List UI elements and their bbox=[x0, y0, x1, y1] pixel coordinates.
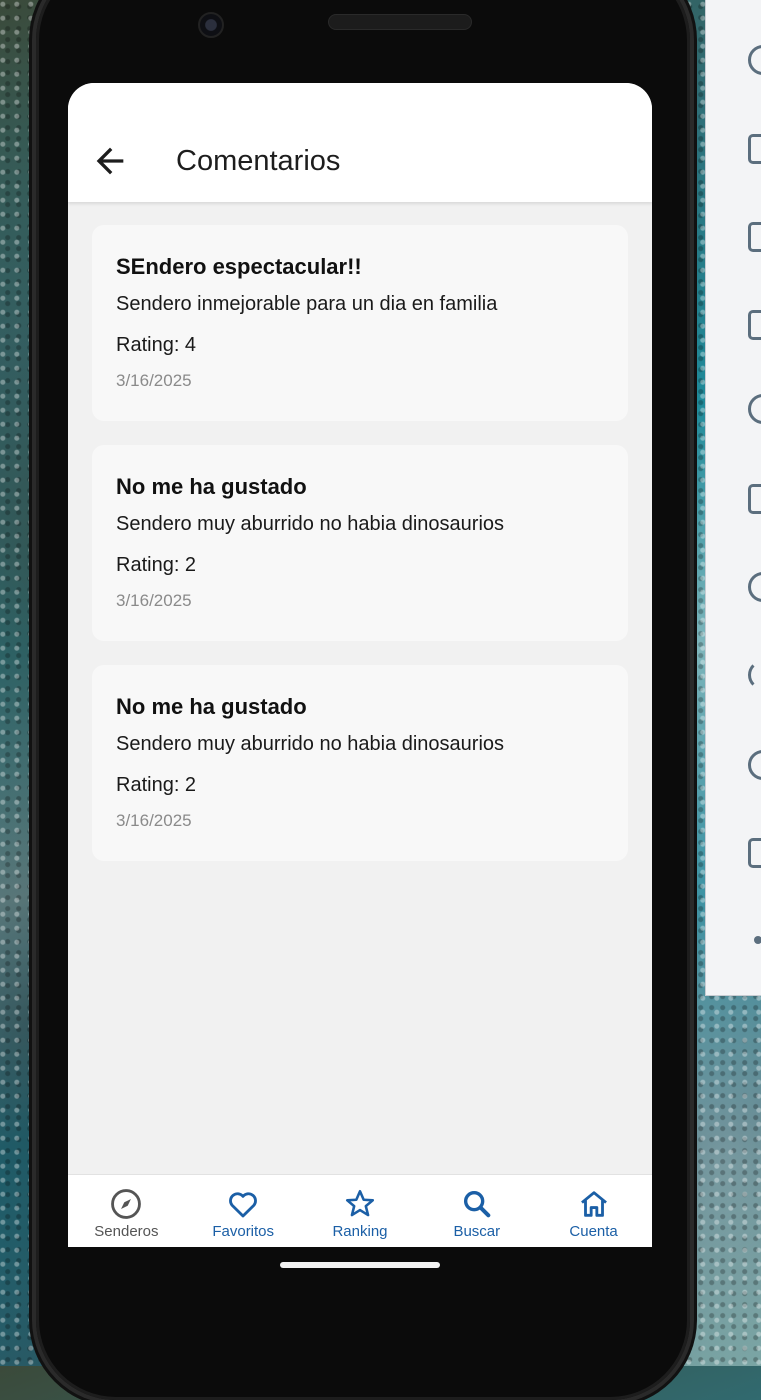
app-bar: Comentarios bbox=[68, 83, 652, 202]
volume-up-icon[interactable] bbox=[748, 134, 761, 164]
heart-icon bbox=[229, 1192, 258, 1218]
nav-label: Buscar bbox=[453, 1223, 501, 1240]
comment-body: Sendero muy aburrido no habia dinosaurio… bbox=[116, 733, 505, 755]
comment-card: SEndero espectacular!! Sendero inmejorab… bbox=[92, 225, 628, 421]
more-options-icon[interactable] bbox=[754, 936, 761, 944]
comment-rating: Rating: 2 bbox=[116, 554, 197, 576]
search-icon bbox=[463, 1190, 491, 1218]
overview-icon[interactable] bbox=[748, 838, 761, 868]
screenshot-icon[interactable] bbox=[748, 484, 761, 514]
camera-icon[interactable] bbox=[748, 310, 761, 340]
comment-rating: Rating: 2 bbox=[116, 774, 197, 796]
nav-label: Cuenta bbox=[569, 1223, 618, 1240]
comment-rating: Rating: 4 bbox=[116, 334, 197, 356]
comment-date: 3/16/2025 bbox=[116, 811, 192, 830]
home-indicator[interactable] bbox=[280, 1262, 440, 1268]
comment-title: SEndero espectacular!! bbox=[116, 254, 362, 279]
app-screen: Comentarios SEndero espectacular!! Sende… bbox=[68, 83, 652, 1247]
earpiece-speaker bbox=[328, 14, 472, 30]
comment-date: 3/16/2025 bbox=[116, 591, 192, 610]
nav-item-buscar[interactable]: Buscar bbox=[418, 1175, 535, 1247]
power-icon[interactable] bbox=[748, 45, 761, 75]
emulator-toolbar bbox=[705, 0, 761, 996]
page-title: Comentarios bbox=[176, 145, 341, 177]
nav-item-ranking[interactable]: Ranking bbox=[302, 1175, 419, 1247]
compass-icon bbox=[111, 1189, 142, 1219]
front-camera bbox=[198, 12, 224, 38]
comment-title: No me ha gustado bbox=[116, 474, 307, 499]
volume-down-icon[interactable] bbox=[748, 222, 761, 252]
arrow-back-icon bbox=[96, 147, 124, 175]
home-nav-icon[interactable] bbox=[748, 750, 761, 780]
nav-item-favoritos[interactable]: Favoritos bbox=[185, 1175, 302, 1247]
zoom-out-icon[interactable] bbox=[748, 394, 761, 424]
home-icon bbox=[580, 1191, 607, 1217]
nav-item-senderos[interactable]: Senderos bbox=[68, 1175, 185, 1247]
rotate-icon[interactable] bbox=[748, 572, 761, 602]
nav-label: Favoritos bbox=[212, 1223, 275, 1240]
nav-label: Ranking bbox=[332, 1223, 388, 1240]
comment-card: No me ha gustado Sendero muy aburrido no… bbox=[92, 445, 628, 641]
back-nav-icon[interactable] bbox=[748, 660, 761, 690]
nav-item-cuenta[interactable]: Cuenta bbox=[535, 1175, 652, 1247]
comment-body: Sendero inmejorable para un dia en famil… bbox=[116, 293, 498, 315]
star-icon bbox=[345, 1189, 375, 1217]
comment-date: 3/16/2025 bbox=[116, 371, 192, 390]
comment-list: SEndero espectacular!! Sendero inmejorab… bbox=[92, 225, 628, 885]
bottom-navigation: Senderos Favoritos Ranking Buscar Cuenta bbox=[68, 1174, 652, 1247]
comment-body: Sendero muy aburrido no habia dinosaurio… bbox=[116, 513, 505, 535]
back-button[interactable] bbox=[90, 141, 130, 181]
nav-label: Senderos bbox=[94, 1223, 159, 1240]
comment-card: No me ha gustado Sendero muy aburrido no… bbox=[92, 665, 628, 861]
comment-title: No me ha gustado bbox=[116, 694, 307, 719]
